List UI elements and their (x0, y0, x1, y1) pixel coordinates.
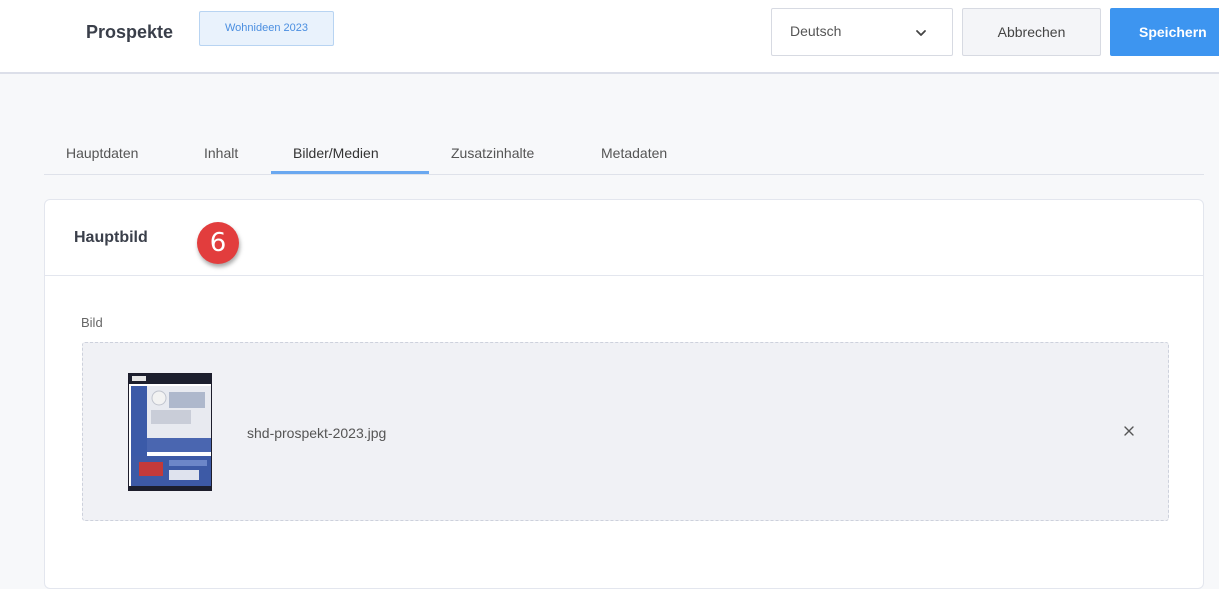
active-tab-indicator (271, 171, 429, 174)
close-icon (1124, 426, 1134, 436)
image-thumbnail (128, 373, 212, 491)
tab-metadaten[interactable]: Metadaten (601, 144, 667, 162)
save-button[interactable]: Speichern (1110, 8, 1219, 56)
brochure-preview-icon (129, 374, 211, 490)
image-field-label: Bild (81, 315, 103, 330)
cancel-button[interactable]: Abbrechen (962, 8, 1101, 56)
tab-inhalt[interactable]: Inhalt (204, 144, 238, 162)
card-header: Hauptbild 6 (45, 200, 1203, 276)
tab-bilder-medien[interactable]: Bilder/Medien (293, 144, 379, 162)
image-dropzone[interactable]: shd-prospekt-2023.jpg (82, 342, 1169, 521)
language-select[interactable]: Deutsch (771, 8, 953, 56)
card-title: Hauptbild (74, 229, 148, 246)
page-title: Prospekte (86, 22, 174, 42)
chevron-down-icon (916, 30, 926, 36)
step-number-badge: 6 (197, 222, 239, 264)
language-select-value: Deutsch (790, 23, 842, 39)
file-name: shd-prospekt-2023.jpg (247, 425, 387, 441)
remove-image-button[interactable] (1119, 421, 1139, 441)
document-name-badge: Wohnideen 2023 (199, 11, 334, 46)
tab-zusatzinhalte[interactable]: Zusatzinhalte (451, 144, 534, 162)
tab-hauptdaten[interactable]: Hauptdaten (66, 144, 138, 162)
tab-bar: Hauptdaten Inhalt Bilder/Medien Zusatzin… (44, 126, 1204, 175)
main-image-card: Hauptbild 6 Bild shd-prospekt-2023.jpg (44, 199, 1204, 589)
top-bar: Prospekte Wohnideen 2023 Deutsch Abbrech… (0, 0, 1219, 74)
